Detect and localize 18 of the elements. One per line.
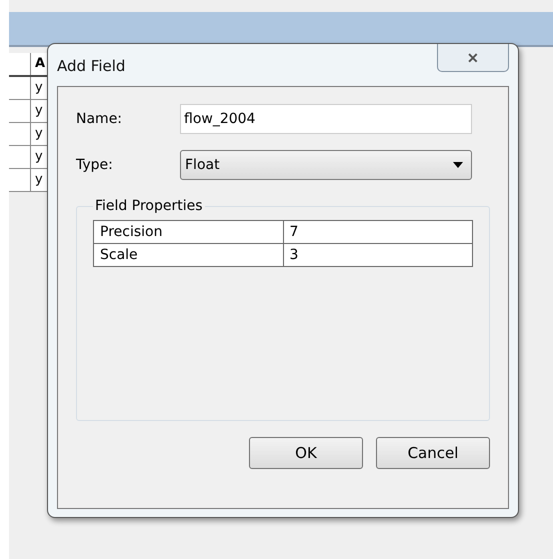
type-dropdown[interactable]: Float: [180, 150, 472, 180]
group-title: Field Properties: [94, 198, 204, 214]
property-value-cell[interactable]: 7: [283, 220, 472, 244]
table-cell-text: y: [34, 148, 44, 166]
property-name-cell: Precision: [94, 220, 283, 244]
close-button[interactable]: ✕: [437, 44, 509, 72]
table-cell-text: y: [34, 79, 44, 97]
dropdown-arrow-icon: [453, 162, 463, 168]
name-label: Name:: [76, 111, 124, 127]
table-cell-text: y: [34, 171, 44, 189]
table-cell-text: y: [34, 102, 44, 120]
table-cell-text: y: [34, 125, 44, 143]
cancel-button[interactable]: Cancel: [376, 437, 490, 469]
property-name-cell: Scale: [94, 244, 283, 266]
ok-button[interactable]: OK: [249, 437, 363, 469]
property-value-cell[interactable]: 3: [283, 244, 472, 266]
type-label: Type:: [76, 157, 114, 173]
name-field[interactable]: flow_2004: [180, 104, 472, 134]
